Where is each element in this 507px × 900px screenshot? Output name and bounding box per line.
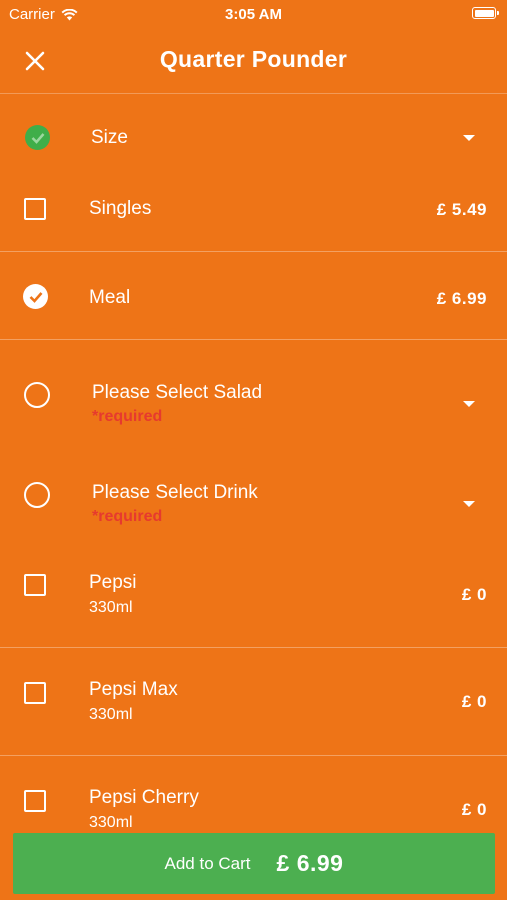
option-price: £ 6.99 [436, 289, 487, 308]
drink-group-label: Please Select Drink [92, 482, 258, 503]
required-label: *required [92, 408, 163, 425]
drink-size: 330ml [89, 814, 133, 831]
drink-price: £ 0 [461, 585, 487, 604]
cart-label: Add to Cart [164, 853, 251, 873]
drink-price: £ 0 [461, 800, 487, 819]
option-price: £ 5.49 [436, 200, 487, 219]
size-group-label: Size [91, 127, 128, 148]
drink-name: Pepsi [89, 572, 137, 593]
drink-name: Pepsi Cherry [89, 787, 199, 808]
cart-price: £ 6.99 [276, 850, 344, 876]
drink-size: 330ml [89, 706, 133, 723]
checkbox-unchecked-icon[interactable] [24, 198, 46, 220]
checkbox-unchecked-icon[interactable] [24, 790, 46, 812]
drink-row-pepsi-cherry[interactable]: Pepsi Cherry 330ml £ 0 [0, 757, 507, 833]
page-title: Quarter Pounder [159, 46, 348, 72]
nav-bar: Quarter Pounder [0, 28, 507, 94]
add-to-cart-button[interactable]: Add to Cart £ 6.99 [13, 833, 495, 894]
option-name: Meal [89, 287, 131, 308]
drink-group-header[interactable]: Please Select Drink *required [0, 441, 507, 541]
checkmark-circle-icon[interactable] [23, 284, 48, 309]
checkbox-unchecked-icon[interactable] [24, 574, 46, 596]
size-complete-icon [25, 125, 50, 150]
drink-row-pepsi-max[interactable]: Pepsi Max 330ml £ 0 [0, 648, 507, 756]
check-icon [31, 132, 44, 144]
drink-row-pepsi[interactable]: Pepsi 330ml £ 0 [0, 541, 507, 648]
drink-price: £ 0 [461, 692, 487, 711]
check-icon [29, 291, 42, 303]
battery-icon [472, 7, 499, 19]
size-group-header[interactable]: Size [0, 95, 507, 181]
status-time: 3:05 AM [225, 6, 282, 23]
chevron-down-icon [463, 501, 475, 507]
salad-group-header[interactable]: Please Select Salad *required [0, 341, 507, 441]
required-label: *required [92, 508, 163, 525]
radio-empty-icon [24, 482, 50, 508]
status-bar: Carrier 3:05 AM [0, 0, 507, 28]
chevron-down-icon [463, 135, 475, 141]
option-row-singles[interactable]: Singles £ 5.49 [0, 181, 507, 252]
option-name: Singles [89, 198, 152, 219]
checkbox-unchecked-icon[interactable] [24, 682, 46, 704]
chevron-down-icon [463, 401, 475, 407]
radio-empty-icon [24, 382, 50, 408]
drink-name: Pepsi Max [89, 679, 178, 700]
drink-size: 330ml [89, 599, 133, 616]
salad-group-label: Please Select Salad [92, 382, 263, 403]
option-row-meal[interactable]: Meal £ 6.99 [0, 252, 507, 340]
